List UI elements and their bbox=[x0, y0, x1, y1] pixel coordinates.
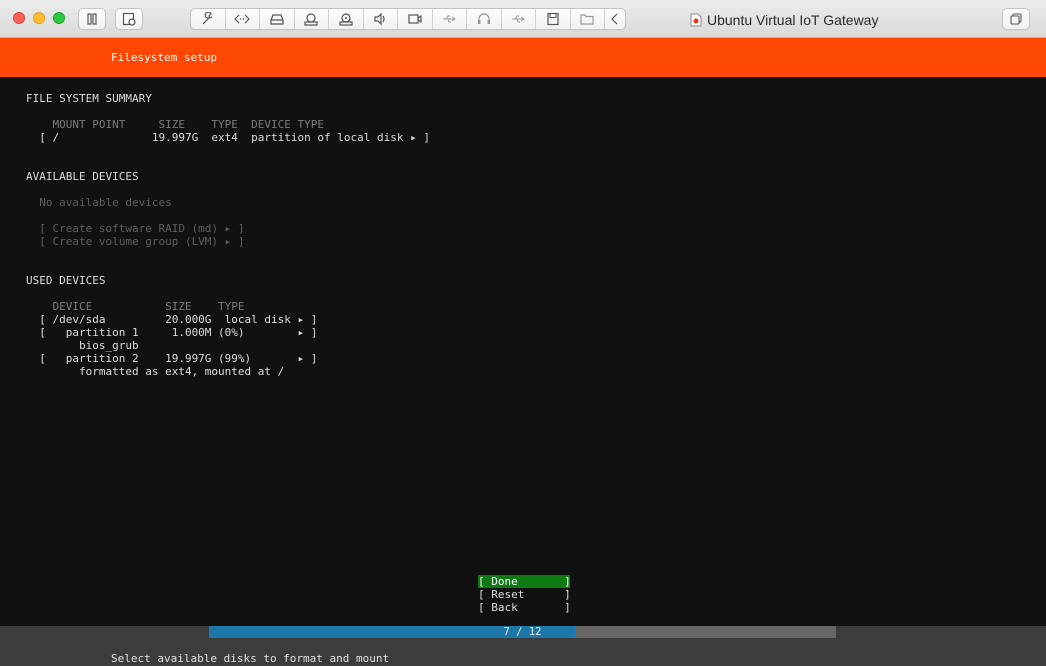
pause-icon bbox=[87, 13, 97, 25]
settings-button[interactable] bbox=[191, 9, 226, 29]
camera-icon bbox=[304, 13, 318, 26]
vm-toolbar bbox=[190, 8, 626, 30]
progress-label: 7 / 12 bbox=[503, 626, 542, 638]
video-button[interactable] bbox=[398, 9, 433, 29]
window-mode-button[interactable] bbox=[1002, 8, 1030, 30]
code-button[interactable] bbox=[226, 9, 260, 29]
footer-help-text: Select available disks to format and mou… bbox=[111, 652, 390, 665]
usb-button[interactable] bbox=[433, 9, 467, 29]
headset-button[interactable] bbox=[467, 9, 502, 29]
used-columns: DEVICE SIZE TYPE bbox=[26, 300, 245, 313]
video-icon bbox=[408, 14, 422, 24]
sound-button[interactable] bbox=[364, 9, 398, 29]
summary-heading: FILE SYSTEM SUMMARY bbox=[26, 92, 152, 105]
pause-vm-button[interactable] bbox=[78, 8, 106, 30]
usb2-icon bbox=[512, 15, 526, 23]
done-button[interactable]: [ Done ] bbox=[478, 575, 571, 588]
settings-wrench-icon bbox=[202, 12, 213, 25]
hdd-icon bbox=[339, 13, 353, 26]
usb2-button[interactable] bbox=[502, 9, 536, 29]
snapshot-icon bbox=[122, 12, 136, 26]
code-icon bbox=[234, 14, 251, 24]
create-raid-button[interactable]: [ Create software RAID (md) ▸ ] bbox=[26, 222, 244, 235]
partition-2-note: formatted as ext4, mounted at / bbox=[26, 365, 285, 378]
used-row-partition-1[interactable]: [ partition 1 1.000M (0%) ▸ ] bbox=[26, 326, 317, 339]
window-title: Ubuntu Virtual IoT Gateway bbox=[690, 10, 878, 30]
used-row-sda[interactable]: [ /dev/sda 20.000G local disk ▸ ] bbox=[26, 313, 317, 326]
hdd-button[interactable] bbox=[329, 9, 364, 29]
window-title-text: Ubuntu Virtual IoT Gateway bbox=[707, 12, 879, 28]
floppy-icon bbox=[547, 12, 559, 26]
headset-icon bbox=[477, 13, 490, 24]
partition-1-note: bios_grub bbox=[26, 339, 139, 352]
used-heading: USED DEVICES bbox=[26, 274, 106, 287]
no-available-devices-text: No available devices bbox=[26, 196, 172, 209]
installer-header: Filesystem setup bbox=[0, 38, 1046, 77]
used-row-partition-2[interactable]: [ partition 2 19.997G (99%) ▸ ] bbox=[26, 352, 317, 365]
progress-bar: 7 / 12 bbox=[209, 626, 836, 638]
minimize-window-button[interactable] bbox=[33, 12, 45, 24]
create-lvm-button[interactable]: [ Create volume group (LVM) ▸ ] bbox=[26, 235, 244, 248]
sound-icon bbox=[374, 12, 385, 26]
floppy-button[interactable] bbox=[536, 9, 571, 29]
summary-row-root[interactable]: [ / 19.997G ext4 partition of local disk… bbox=[26, 131, 430, 144]
snapshot-button[interactable] bbox=[115, 8, 143, 30]
available-heading: AVAILABLE DEVICES bbox=[26, 170, 139, 183]
camera-button[interactable] bbox=[295, 9, 329, 29]
reset-button[interactable]: [ Reset ] bbox=[478, 588, 571, 601]
drive-icon bbox=[270, 14, 284, 25]
page-title: Filesystem setup bbox=[111, 51, 217, 64]
usb-icon bbox=[443, 15, 457, 23]
close-window-button[interactable] bbox=[13, 12, 25, 24]
collapse-toolbar-button[interactable] bbox=[605, 9, 625, 29]
collapse-chevron-icon bbox=[611, 13, 618, 25]
document-icon bbox=[690, 13, 702, 27]
overlap-windows-icon bbox=[1010, 13, 1022, 25]
folder-icon bbox=[580, 14, 594, 25]
window-titlebar: Ubuntu Virtual IoT Gateway bbox=[0, 0, 1046, 38]
fullscreen-window-button[interactable] bbox=[53, 12, 65, 24]
shared-folder-button[interactable] bbox=[571, 9, 605, 29]
drive-button[interactable] bbox=[260, 9, 295, 29]
back-button[interactable]: [ Back ] bbox=[478, 601, 571, 614]
summary-columns: MOUNT POINT SIZE TYPE DEVICE TYPE bbox=[26, 118, 325, 131]
